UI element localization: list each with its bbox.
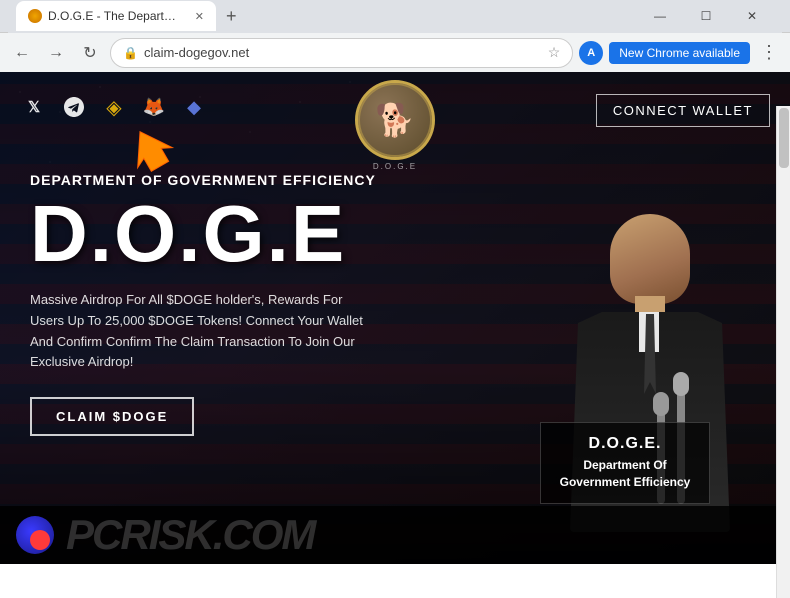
pcrisk-logo: [16, 516, 54, 554]
profile-initial: A: [587, 47, 595, 59]
podium-subtitle: Department OfGovernment Efficiency: [557, 457, 693, 491]
eth-icon[interactable]: ◆: [180, 93, 208, 121]
scrollbar-thumb[interactable]: [779, 108, 789, 168]
site-logo[interactable]: 🐕 D.O.G.E: [355, 80, 435, 171]
browser-toolbar: ← → ↻ 🔒 claim-dogegov.net ☆ A New Chrome…: [0, 32, 790, 72]
podium-sign: D.O.G.E. Department OfGovernment Efficie…: [540, 422, 710, 504]
close-button[interactable]: ✕: [730, 0, 774, 32]
chrome-update-button[interactable]: New Chrome available: [609, 42, 750, 64]
minimize-button[interactable]: —: [638, 0, 682, 32]
website-content: 𝕏 ◈ 🦊 ◆ 🐕 D.O.G.E CONNECT WALLET DE: [0, 72, 790, 564]
bookmark-icon[interactable]: ☆: [548, 44, 561, 61]
active-tab[interactable]: D.O.G.E - The Department of G... ✕: [16, 1, 216, 31]
doge-title: D.O.G.E: [30, 194, 450, 274]
tab-title: D.O.G.E - The Department of G...: [48, 9, 185, 23]
arrow-indicator: [125, 124, 175, 179]
profile-icon[interactable]: A: [579, 41, 603, 65]
x-social-icon[interactable]: 𝕏: [20, 93, 48, 121]
back-button[interactable]: ←: [8, 39, 36, 67]
tab-close-button[interactable]: ✕: [195, 10, 204, 23]
telegram-icon[interactable]: [60, 93, 88, 121]
address-bar[interactable]: 🔒 claim-dogegov.net ☆: [110, 38, 573, 68]
pcrisk-text-container: PC RISK.COM: [66, 511, 314, 559]
main-content: DEPARTMENT OF GOVERNMENT EFFICIENCY D.O.…: [30, 172, 450, 436]
risk-text: RISK.COM: [120, 511, 314, 559]
window-controls: — ☐ ✕: [638, 0, 774, 32]
new-tab-button[interactable]: +: [220, 6, 243, 27]
social-icons: 𝕏 ◈ 🦊 ◆: [20, 93, 208, 121]
pcrisk-watermark-bar: PC RISK.COM: [0, 506, 790, 564]
site-header: 𝕏 ◈ 🦊 ◆ 🐕 D.O.G.E CONNECT WALLET: [0, 72, 790, 142]
figure-head: [610, 214, 690, 304]
tab-favicon: [28, 9, 42, 23]
pc-text: PC: [66, 511, 120, 559]
binance-icon[interactable]: ◈: [100, 93, 128, 121]
claim-button[interactable]: CLAIM $DOGE: [30, 397, 194, 436]
hero-description: Massive Airdrop For All $DOGE holder's, …: [30, 290, 370, 373]
logo-ring: [358, 83, 432, 157]
browser-menu-button[interactable]: ⋮: [756, 42, 782, 63]
scrollbar[interactable]: [776, 106, 790, 598]
dept-label: DEPARTMENT OF GOVERNMENT EFFICIENCY: [30, 172, 450, 188]
pcrisk-icon: [16, 516, 54, 554]
title-bar: D.O.G.E - The Department of G... ✕ + — ☐…: [0, 0, 790, 32]
reload-button[interactable]: ↻: [76, 39, 104, 67]
forward-button[interactable]: →: [42, 39, 70, 67]
podium-title: D.O.G.E.: [557, 435, 693, 453]
maximize-button[interactable]: ☐: [684, 0, 728, 32]
url-text: claim-dogegov.net: [144, 45, 542, 60]
connect-wallet-button[interactable]: CONNECT WALLET: [596, 94, 770, 127]
pcrisk-inner-icon: [30, 530, 50, 550]
logo-circle: 🐕: [355, 80, 435, 160]
